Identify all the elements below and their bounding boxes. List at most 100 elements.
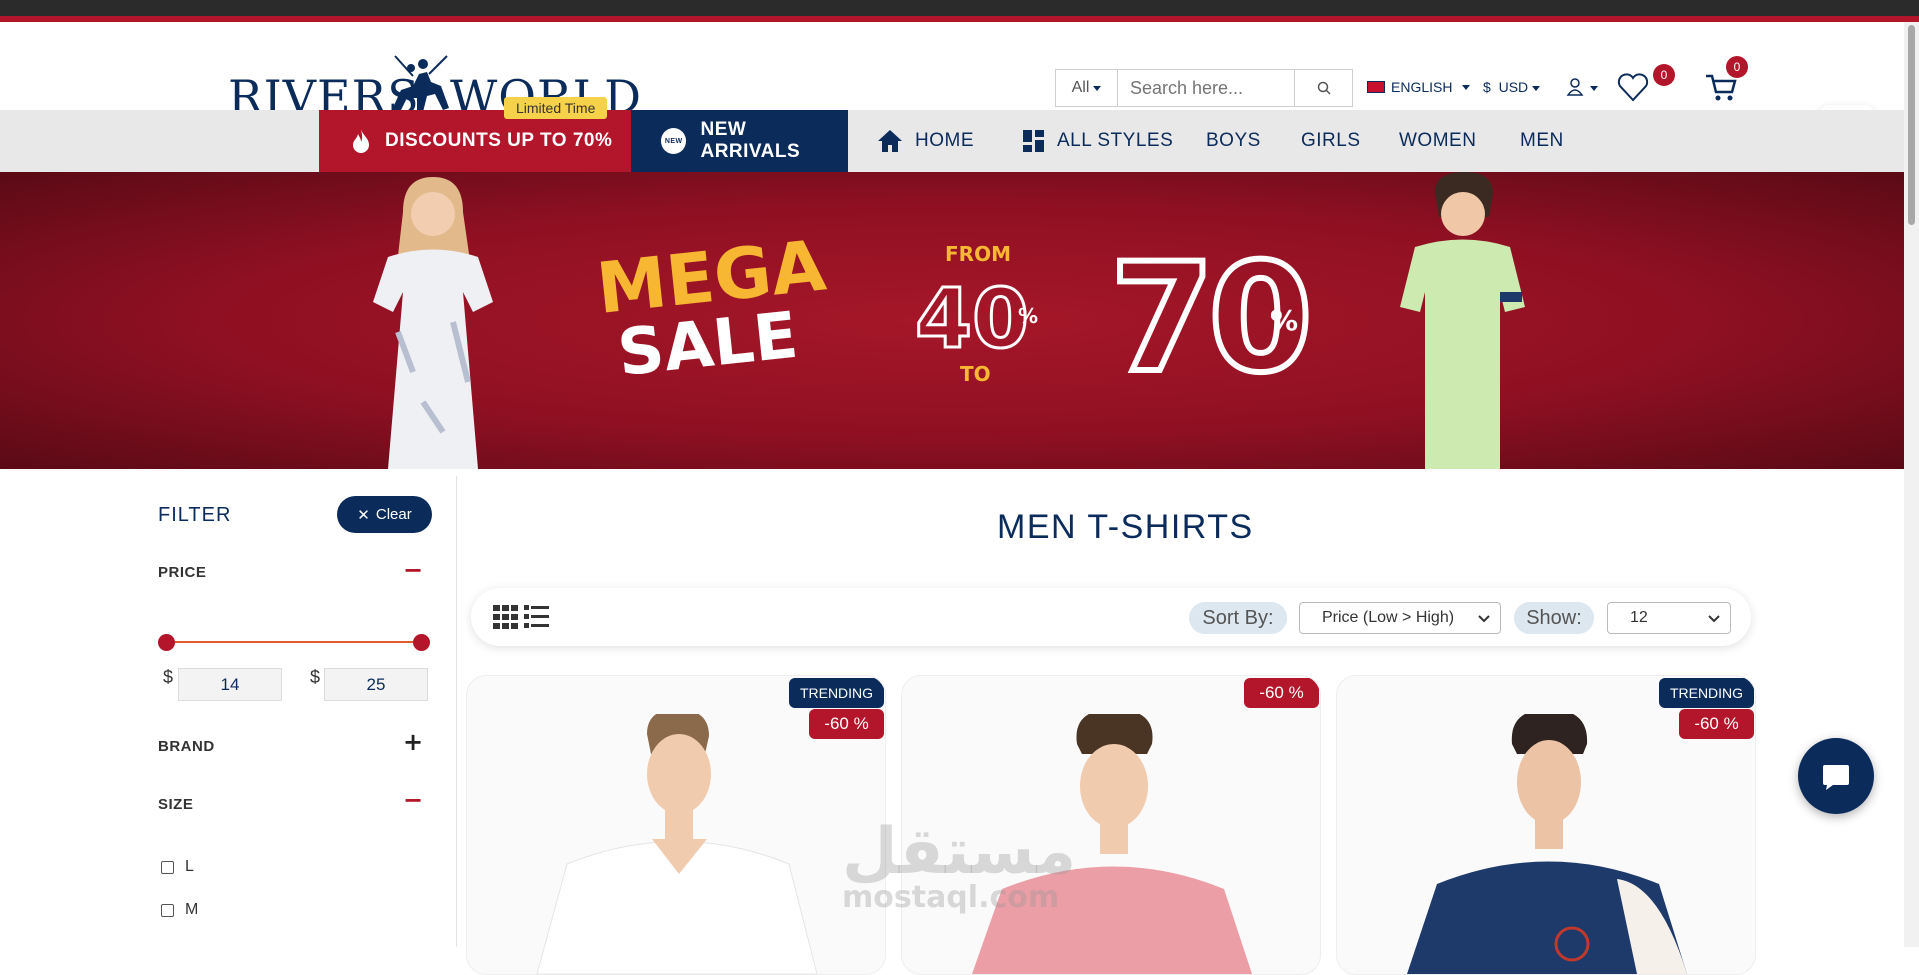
clear-label: Clear <box>375 506 412 523</box>
size-m-checkbox[interactable] <box>161 904 174 917</box>
trending-badge: TRENDING <box>1659 678 1754 708</box>
filter-title: FILTER <box>158 504 232 526</box>
discount-badge: -60 % <box>1244 678 1319 708</box>
nav-all-styles[interactable]: ALL STYLES <box>1023 110 1173 172</box>
nav-all-styles-label: ALL STYLES <box>1057 130 1174 151</box>
boy-model-image <box>1400 172 1525 469</box>
mega-sale-text: MEGA SALE <box>593 224 836 392</box>
watermark: مستقل mostaql.com <box>842 820 1076 915</box>
fire-icon <box>353 129 369 153</box>
collapse-size-button[interactable]: − <box>403 786 423 814</box>
nav-new-arrivals-label: NEW ARRIVALS <box>700 119 801 162</box>
brand-section-title: BRAND <box>158 738 215 755</box>
language-label: ENGLISH <box>1391 79 1453 95</box>
list-view-icon <box>524 605 549 628</box>
nav-women[interactable]: WOMEN <box>1399 110 1476 172</box>
scrollbar-thumb[interactable] <box>1908 25 1915 225</box>
search-icon <box>1317 81 1331 95</box>
nav-home-label: HOME <box>915 130 974 151</box>
watermark-latin: mostaql.com <box>842 880 1060 915</box>
grid-view-button[interactable] <box>493 605 519 633</box>
nav-men[interactable]: MEN <box>1520 110 1564 172</box>
site-header: RIVERS WORLD All ENGLISH $ USD 0 0 <box>0 22 1919 147</box>
price-slider-track[interactable] <box>166 641 422 643</box>
wishlist-button[interactable]: 0 <box>1617 64 1675 106</box>
uk-flag-icon <box>1367 81 1385 93</box>
expand-brand-button[interactable]: + <box>403 728 423 756</box>
mega-sale-banner[interactable]: MEGA SALE FROM 40 % TO 70 % <box>0 172 1904 469</box>
cart-button[interactable]: 0 <box>1704 56 1748 106</box>
nav-discounts[interactable]: DISCOUNTS UP TO 70% <box>319 110 631 172</box>
sort-select-value: Price (Low > High) <box>1322 609 1455 626</box>
show-select-value: 12 <box>1630 609 1648 626</box>
trending-badge: TRENDING <box>789 678 884 708</box>
close-icon: ✕ <box>357 506 370 524</box>
message-icon <box>1823 765 1849 790</box>
collapse-price-button[interactable]: − <box>403 556 423 584</box>
home-icon <box>878 130 902 152</box>
chevron-down-icon <box>1532 85 1541 91</box>
min-discount-value: 40 <box>913 271 1030 369</box>
browser-top-strip <box>0 0 1919 22</box>
nav-new-arrivals[interactable]: NEW NEW ARRIVALS <box>631 110 848 172</box>
clear-filters-button[interactable]: ✕ Clear <box>337 496 432 533</box>
product-card[interactable]: TRENDING -60 % <box>466 675 886 975</box>
nav-discounts-label: DISCOUNTS UP TO 70% <box>385 130 613 151</box>
price-slider-min-handle[interactable] <box>158 634 175 651</box>
currency-selector[interactable]: $ USD <box>1483 79 1541 95</box>
size-m-label: M <box>185 901 199 918</box>
filter-sidebar: FILTER ✕ Clear PRICE − $ 14 $ 25 BRAND + … <box>0 476 457 947</box>
girl-model-image <box>373 177 493 469</box>
list-view-button[interactable] <box>524 605 550 633</box>
size-l-label: L <box>185 858 194 875</box>
search-category-label: All <box>1071 79 1090 96</box>
price-max-currency: $ <box>310 667 321 687</box>
currency-code: USD <box>1498 79 1529 95</box>
min-discount-percent: % <box>1018 304 1039 328</box>
show-label: Show: <box>1514 602 1594 634</box>
page-title: MEN T-SHIRTS <box>997 508 1254 546</box>
sort-select[interactable]: Price (Low > High) <box>1299 602 1501 634</box>
user-icon <box>1566 78 1598 96</box>
product-image <box>1407 714 1687 974</box>
from-label: FROM <box>945 242 1011 266</box>
product-image <box>536 714 818 974</box>
search-bar: All <box>1055 69 1353 107</box>
new-badge-icon: NEW <box>661 128 687 154</box>
size-section-title: SIZE <box>158 796 194 813</box>
chevron-down-icon <box>1093 85 1102 91</box>
search-input[interactable] <box>1118 70 1294 106</box>
nav-boys[interactable]: BOYS <box>1206 110 1261 172</box>
cart-count-badge: 0 <box>1726 56 1748 78</box>
sale-label: SALE <box>614 298 802 392</box>
price-min-currency: $ <box>163 667 174 687</box>
max-discount-percent: % <box>1270 304 1299 337</box>
account-menu[interactable] <box>1566 77 1600 101</box>
heart-icon <box>1617 73 1649 102</box>
price-min-input[interactable]: 14 <box>178 668 282 701</box>
nav-girls[interactable]: GIRLS <box>1301 110 1361 172</box>
search-category-select[interactable]: All <box>1056 70 1118 106</box>
nav-home[interactable]: HOME <box>877 110 974 172</box>
language-selector[interactable]: ENGLISH <box>1367 79 1471 95</box>
show-select[interactable]: 12 <box>1607 602 1731 634</box>
page-scrollbar[interactable] <box>1904 22 1919 947</box>
listing-toolbar: Sort By: Price (Low > High) Show: 12 <box>471 588 1751 646</box>
to-label: TO <box>960 362 991 386</box>
price-max-input[interactable]: 25 <box>324 668 428 701</box>
currency-symbol: $ <box>1483 79 1491 95</box>
price-slider-max-handle[interactable] <box>413 634 430 651</box>
chevron-down-icon <box>1462 84 1471 90</box>
wishlist-count-badge: 0 <box>1653 64 1675 86</box>
chevron-down-icon <box>1708 615 1720 623</box>
sort-by-label: Sort By: <box>1189 602 1287 634</box>
size-l-checkbox[interactable] <box>161 861 174 874</box>
search-button[interactable] <box>1294 70 1352 106</box>
product-card[interactable]: TRENDING -60 % <box>1336 675 1756 975</box>
grid-view-icon <box>493 605 518 629</box>
limited-time-badge: Limited Time <box>504 97 608 119</box>
price-section-title: PRICE <box>158 564 207 581</box>
chevron-down-icon <box>1478 615 1490 623</box>
main-nav: DISCOUNTS UP TO 70% NEW NEW ARRIVALS HOM… <box>0 110 1904 172</box>
chat-launcher-button[interactable] <box>1798 738 1874 814</box>
